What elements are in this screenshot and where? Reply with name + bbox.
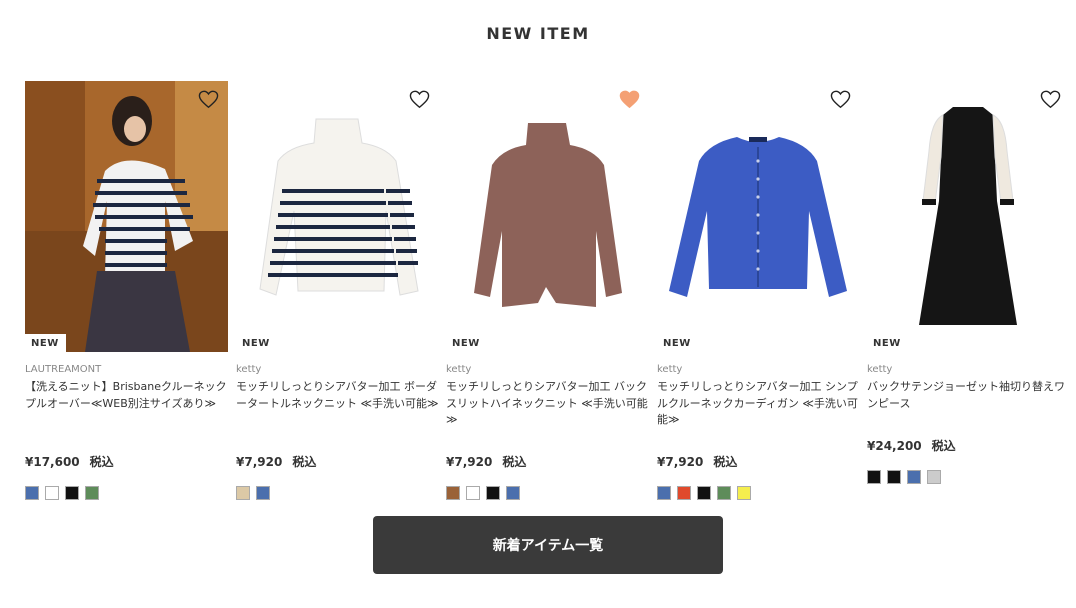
new-badge: NEW xyxy=(867,334,908,352)
color-swatch[interactable] xyxy=(867,470,881,484)
color-swatch[interactable] xyxy=(927,470,941,484)
tax-label: 税込 xyxy=(502,455,527,469)
product-photo xyxy=(25,81,228,352)
price-value: ¥24,200 xyxy=(867,439,922,453)
product-image[interactable]: NEW xyxy=(446,81,649,352)
product-name[interactable]: モッチリしっとりシアバター加工 シンプルクルーネックカーディガン ≪手洗い可能≫ xyxy=(657,379,860,429)
color-swatch[interactable] xyxy=(486,486,500,500)
tax-label: 税込 xyxy=(931,439,956,453)
color-swatches xyxy=(446,486,649,500)
color-swatch[interactable] xyxy=(236,486,250,500)
heart-icon[interactable] xyxy=(198,90,219,109)
product-photo xyxy=(259,118,419,296)
heart-icon[interactable] xyxy=(830,90,851,109)
color-swatch[interactable] xyxy=(697,486,711,500)
price: ¥17,600 税込 xyxy=(25,453,228,470)
brand-name: ketty xyxy=(236,364,262,375)
color-swatch[interactable] xyxy=(446,486,460,500)
tax-label: 税込 xyxy=(292,455,317,469)
color-swatch[interactable] xyxy=(717,486,731,500)
product-name[interactable]: モッチリしっとりシアバター加工 バックスリットハイネックニット ≪手洗い可能≫ xyxy=(446,379,649,429)
price: ¥24,200 税込 xyxy=(867,437,1070,454)
price: ¥7,920 税込 xyxy=(236,453,439,470)
brand-name: ketty xyxy=(867,364,893,375)
product-image[interactable]: NEW xyxy=(25,81,228,352)
tax-label: 税込 xyxy=(89,455,114,469)
color-swatches xyxy=(657,486,860,500)
price-value: ¥7,920 xyxy=(236,455,283,469)
brand-name: LAUTREAMONT xyxy=(25,364,102,375)
product-photo xyxy=(919,107,1017,325)
product-image[interactable]: NEW xyxy=(657,81,860,352)
color-swatch[interactable] xyxy=(677,486,691,500)
product-card[interactable]: NEW ketty モッチリしっとりシアバター加工 シンプルクルーネックカーディ… xyxy=(657,81,860,500)
product-name[interactable]: バックサテンジョーゼット袖切り替えワンピース xyxy=(867,379,1070,413)
color-swatch[interactable] xyxy=(256,486,270,500)
price: ¥7,920 税込 xyxy=(657,453,860,470)
product-image[interactable]: NEW xyxy=(236,81,439,352)
price-value: ¥17,600 xyxy=(25,455,80,469)
color-swatch[interactable] xyxy=(466,486,480,500)
color-swatch[interactable] xyxy=(887,470,901,484)
product-photo xyxy=(474,123,622,307)
product-card[interactable]: NEW LAUTREAMONT 【洗えるニット】Brisbaneクルーネックプル… xyxy=(25,81,228,500)
color-swatch[interactable] xyxy=(737,486,751,500)
product-card[interactable]: NEW ketty モッチリしっとりシアバター加工 バックスリットハイネックニッ… xyxy=(446,81,649,500)
color-swatch[interactable] xyxy=(506,486,520,500)
new-badge: NEW xyxy=(446,334,487,352)
color-swatch[interactable] xyxy=(85,486,99,500)
new-badge: NEW xyxy=(657,334,698,352)
heart-icon[interactable] xyxy=(1040,90,1061,109)
new-badge: NEW xyxy=(25,334,66,352)
color-swatch[interactable] xyxy=(907,470,921,484)
color-swatch[interactable] xyxy=(45,486,59,500)
color-swatch[interactable] xyxy=(657,486,671,500)
tax-label: 税込 xyxy=(713,455,738,469)
price-value: ¥7,920 xyxy=(657,455,704,469)
price: ¥7,920 税込 xyxy=(446,453,649,470)
heart-icon[interactable] xyxy=(619,90,640,109)
color-swatches xyxy=(867,470,1070,484)
product-image[interactable]: NEW xyxy=(867,81,1070,352)
product-name[interactable]: 【洗えるニット】Brisbaneクルーネックプルオーバー≪WEB別注サイズあり≫ xyxy=(25,379,228,429)
color-swatches xyxy=(236,486,439,500)
brand-name: ketty xyxy=(446,364,472,375)
color-swatches xyxy=(25,486,228,500)
color-swatch[interactable] xyxy=(25,486,39,500)
product-card[interactable]: NEW ketty モッチリしっとりシアバター加工 ボーダータートルネックニット… xyxy=(236,81,439,500)
price-value: ¥7,920 xyxy=(446,455,493,469)
new-badge: NEW xyxy=(236,334,277,352)
product-photo xyxy=(669,137,847,297)
view-all-new-items-button[interactable]: 新着アイテム一覧 xyxy=(373,516,723,574)
product-card[interactable]: NEW ketty バックサテンジョーゼット袖切り替えワンピース ¥24,200… xyxy=(867,81,1070,484)
product-name[interactable]: モッチリしっとりシアバター加工 ボーダータートルネックニット ≪手洗い可能≫ xyxy=(236,379,439,429)
section-title: NEW ITEM xyxy=(486,24,590,43)
heart-icon[interactable] xyxy=(409,90,430,109)
color-swatch[interactable] xyxy=(65,486,79,500)
brand-name: ketty xyxy=(657,364,683,375)
